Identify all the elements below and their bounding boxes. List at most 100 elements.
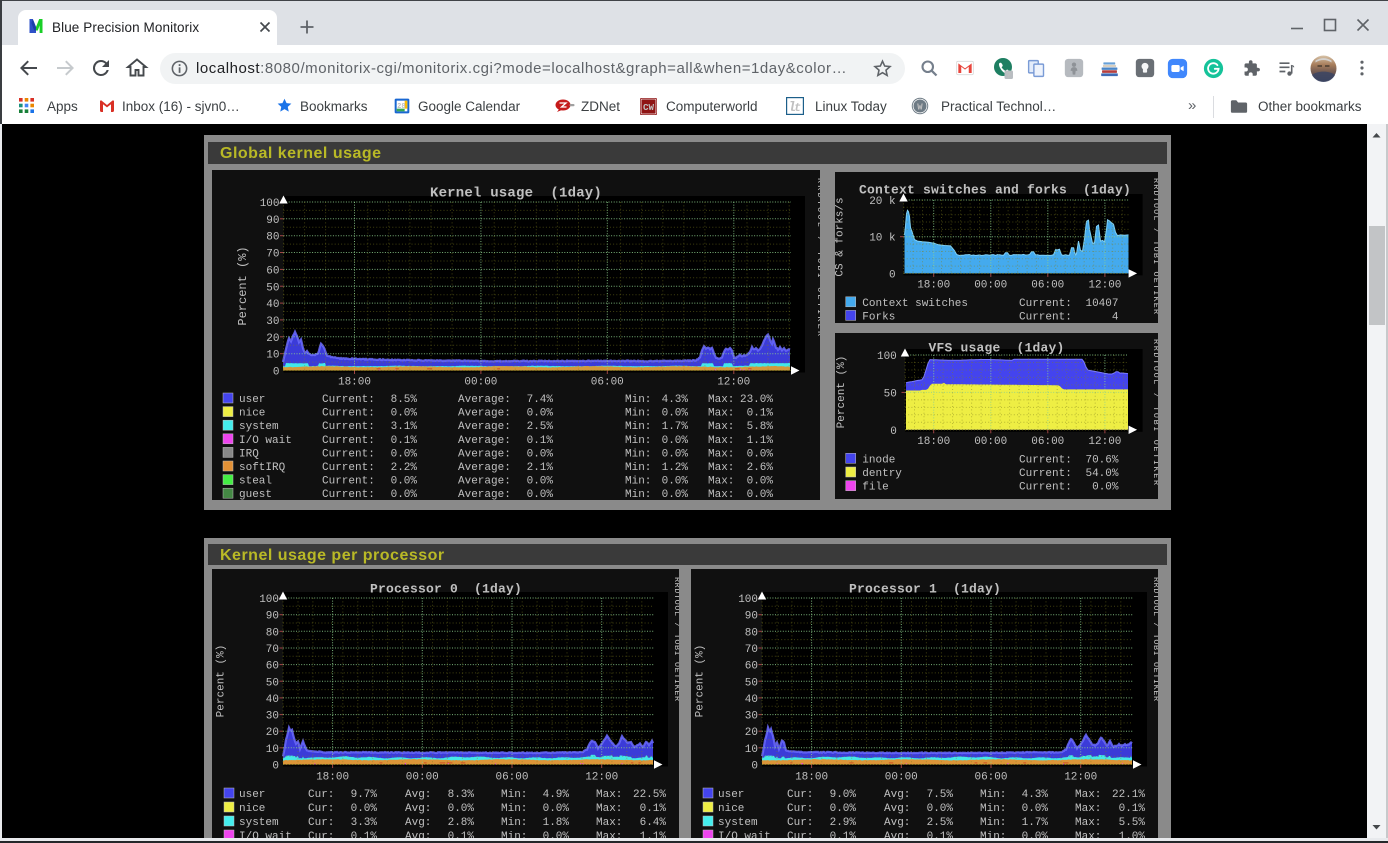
svg-text:9.7%: 9.7% [351,789,378,801]
svg-text:0.0%: 0.0% [747,448,774,460]
svg-text:Max:: Max: [708,421,734,433]
svg-text:0.0%: 0.0% [543,803,570,815]
svg-text:Max:: Max: [596,789,622,801]
svg-text:Current:: Current: [1019,468,1072,480]
svg-text:6.4%: 6.4% [640,817,667,829]
svg-text:12:00: 12:00 [1088,436,1121,448]
svg-text:Max:: Max: [708,408,734,420]
svg-text:Min:: Min: [625,489,651,500]
svg-text:guest: guest [239,489,272,500]
svg-text:2.5%: 2.5% [927,817,954,829]
svg-text:18:00: 18:00 [917,436,950,448]
svg-text:Current:: Current: [322,462,375,474]
svg-text:0.0%: 0.0% [662,476,689,488]
svg-text:06:00: 06:00 [591,377,624,389]
svg-text:0.1%: 0.1% [640,803,667,815]
svg-text:90: 90 [266,611,279,623]
svg-text:system: system [718,817,758,829]
svg-text:60: 60 [745,661,758,673]
svg-text:0.0%: 0.0% [747,476,774,488]
svg-text:Average:: Average: [458,448,511,460]
svg-text:t: t [794,101,801,115]
svg-text:30: 30 [266,316,279,328]
svg-text:Current:: Current: [322,476,375,488]
svg-text:user: user [239,789,265,801]
svg-text:0.1%: 0.1% [1119,803,1146,815]
svg-text:50: 50 [884,389,897,401]
svg-text:Processor 1 (1day): Processor 1 (1day) [849,582,1001,597]
svg-text:7.5%: 7.5% [927,789,954,801]
svg-text:Current:: Current: [322,435,375,447]
svg-text:Min:: Min: [980,817,1006,829]
svg-text:Min:: Min: [625,421,651,433]
svg-text:40: 40 [266,299,279,311]
svg-text:0.0%: 0.0% [927,803,954,815]
svg-text:00:00: 00:00 [974,436,1007,448]
svg-text:50: 50 [266,677,279,689]
svg-text:80: 80 [745,627,758,639]
svg-text:20 k: 20 k [869,196,896,208]
svg-text:Avg:: Avg: [884,803,910,815]
svg-text:inode: inode [862,454,895,466]
svg-text:5.8%: 5.8% [747,421,774,433]
svg-text:Max:: Max: [708,448,734,460]
svg-text:Context switches: Context switches [862,298,968,310]
svg-text:Current:: Current: [1019,311,1072,323]
svg-text:Min:: Min: [625,435,651,447]
svg-text:0.1%: 0.1% [527,435,554,447]
svg-text:user: user [239,394,265,406]
svg-text:7.4%: 7.4% [527,394,554,406]
svg-text:0.0%: 0.0% [662,408,689,420]
svg-text:2.8%: 2.8% [448,817,475,829]
svg-text:file: file [862,482,888,494]
svg-text:Max:: Max: [1075,803,1101,815]
svg-text:Avg:: Avg: [884,789,910,801]
svg-text:Min:: Min: [625,394,651,406]
svg-text:100: 100 [877,351,897,363]
svg-text:70: 70 [266,249,279,261]
svg-text:0.0%: 0.0% [391,489,418,500]
svg-text:0.1%: 0.1% [391,435,418,447]
svg-text:50: 50 [266,282,279,294]
svg-text:0: 0 [272,761,279,773]
svg-text:CS & forks/s: CS & forks/s [835,197,847,276]
svg-text:system: system [239,817,279,829]
svg-text:30: 30 [745,711,758,723]
svg-text:2.9%: 2.9% [830,817,857,829]
svg-text:Cur:: Cur: [308,803,334,815]
svg-text:4.9%: 4.9% [543,789,570,801]
svg-text:0.0%: 0.0% [662,448,689,460]
svg-text:Average:: Average: [458,421,511,433]
svg-text:Average:: Average: [458,476,511,488]
svg-text:18:00: 18:00 [917,280,950,292]
svg-text:80: 80 [266,627,279,639]
svg-text:Min:: Min: [980,803,1006,815]
svg-text:0.0%: 0.0% [1092,482,1119,494]
svg-text:0.0%: 0.0% [527,476,554,488]
svg-text:3.3%: 3.3% [351,817,378,829]
svg-text:60: 60 [266,265,279,277]
svg-text:0: 0 [889,269,896,281]
svg-text:90: 90 [266,215,279,227]
svg-text:Percent (%): Percent (%) [216,645,228,718]
svg-text:0.0%: 0.0% [448,803,475,815]
svg-text:20: 20 [266,333,279,345]
svg-text:nice: nice [239,803,265,815]
svg-text:10407: 10407 [1085,298,1118,310]
svg-text:10: 10 [266,744,279,756]
svg-text:4: 4 [1112,311,1119,323]
svg-text:40: 40 [266,694,279,706]
svg-text:06:00: 06:00 [495,772,528,784]
svg-text:Current:: Current: [1019,482,1072,494]
svg-text:Max:: Max: [708,476,734,488]
svg-text:28: 28 [397,103,405,111]
svg-text:30: 30 [266,711,279,723]
svg-text:Max:: Max: [708,489,734,500]
svg-text:CW: CW [643,102,655,113]
svg-text:60: 60 [266,661,279,673]
svg-text:Min:: Min: [625,408,651,420]
svg-text:2.1%: 2.1% [527,462,554,474]
svg-text:RRDTOOL / TOBI OETIKER: RRDTOOL / TOBI OETIKER [815,178,820,338]
svg-text:0.0%: 0.0% [391,476,418,488]
svg-text:Current:: Current: [322,448,375,460]
